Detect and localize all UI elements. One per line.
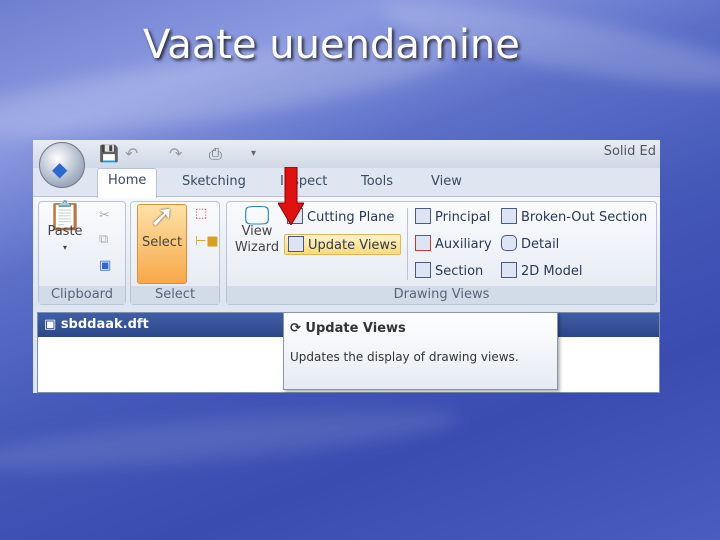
redo-icon[interactable]: ↷ (169, 144, 182, 163)
tab-home-selected[interactable]: Home (97, 168, 158, 198)
view-wizard-label-2: Wizard (234, 240, 280, 255)
broken-out-section-label: Broken-Out Section (521, 210, 648, 225)
red-arrow-down-icon (278, 167, 304, 225)
tooltip: ⟳ Update Views Updates the display of dr… (283, 312, 558, 390)
save-icon[interactable]: 💾 (99, 144, 119, 163)
document-filename: sbddaak.dft (60, 317, 149, 332)
update-views-button[interactable]: Update Views (284, 234, 401, 255)
principal-icon (415, 208, 431, 224)
select-button[interactable]: ➚ Select (137, 199, 187, 284)
paste-icon: 📋 (47, 199, 83, 232)
select-group-label: Select (131, 286, 219, 304)
select-label: Select (141, 235, 183, 250)
view-wizard-button[interactable]: 🖵 View Wizard (231, 201, 283, 256)
tab-view[interactable]: View (431, 174, 462, 189)
separator (407, 208, 408, 280)
solid-edge-logo-icon: ◆ (52, 157, 68, 181)
cutting-plane-label: Cutting Plane (307, 210, 395, 225)
clipboard-group-label: Clipboard (39, 286, 125, 304)
detail-label: Detail (521, 237, 560, 252)
principal-button[interactable]: Principal (415, 208, 490, 225)
update-views-icon (288, 236, 304, 252)
application-button[interactable]: ◆ (39, 142, 85, 188)
solid-edge-screenshot: 💾 ↶ ↷ ⎙ ▾ Solid Ed ◆ 📋 Paste ▾ ✂ ⧉ ▣ Cli… (33, 140, 660, 393)
update-views-icon: ⟳ (290, 321, 306, 336)
tooltip-title: Update Views (305, 321, 406, 336)
select-box-icon[interactable]: ⬚ (195, 206, 207, 221)
detail-button[interactable]: Detail (501, 235, 559, 252)
paste-dropdown-icon: ▾ (62, 243, 67, 252)
2d-model-label: 2D Model (521, 264, 583, 279)
auxiliary-label: Auxiliary (435, 237, 492, 252)
section-button[interactable]: Section (415, 262, 483, 279)
print-icon[interactable]: ⎙ (209, 144, 222, 164)
broken-out-section-button[interactable]: Broken-Out Section (501, 208, 647, 225)
quick-access-toolbar: 💾 ↶ ↷ ⎙ ▾ Solid Ed (33, 140, 660, 168)
format-painter-icon[interactable]: ▣ (99, 258, 111, 273)
auxiliary-icon (415, 235, 431, 251)
principal-label: Principal (435, 210, 491, 225)
tab-tools[interactable]: Tools (361, 174, 393, 189)
select-tool-icon[interactable]: ⊢■ (195, 234, 219, 249)
2d-model-icon (501, 262, 517, 278)
view-wizard-icon: 🖵 (244, 201, 270, 231)
detail-icon (501, 235, 517, 251)
slide-title: Vaate uuendamine (143, 22, 520, 68)
ribbon: 📋 Paste ▾ ✂ ⧉ ▣ Clipboard ➚ Select ⬚ ⊢■ … (33, 196, 660, 306)
drawing-views-group-label: Drawing Views (227, 286, 656, 304)
paste-button[interactable]: 📋 Paste ▾ (45, 199, 85, 256)
cut-icon[interactable]: ✂ (99, 208, 110, 223)
paste-label: Paste (47, 224, 83, 239)
2d-model-button[interactable]: 2D Model (501, 262, 582, 279)
undo-icon[interactable]: ↶ (125, 144, 138, 163)
document-icon: ▣ (44, 317, 61, 332)
copy-icon[interactable]: ⧉ (99, 232, 108, 247)
auxiliary-button[interactable]: Auxiliary (415, 235, 492, 252)
customize-dropdown-icon[interactable]: ▾ (251, 148, 256, 159)
tooltip-description: Updates the display of drawing views. (290, 350, 519, 364)
tab-sketching[interactable]: Sketching (182, 174, 246, 189)
view-wizard-label-1: View (241, 224, 273, 239)
broken-out-section-icon (501, 208, 517, 224)
app-title: Solid Ed (603, 144, 656, 159)
select-group: ➚ Select ⬚ ⊢■ Select (130, 201, 220, 305)
section-icon (415, 262, 431, 278)
arrow-cursor-icon: ➚ (149, 199, 175, 234)
clipboard-group: 📋 Paste ▾ ✂ ⧉ ▣ Clipboard (38, 201, 126, 305)
update-views-label: Update Views (308, 238, 397, 253)
section-label: Section (435, 264, 484, 279)
